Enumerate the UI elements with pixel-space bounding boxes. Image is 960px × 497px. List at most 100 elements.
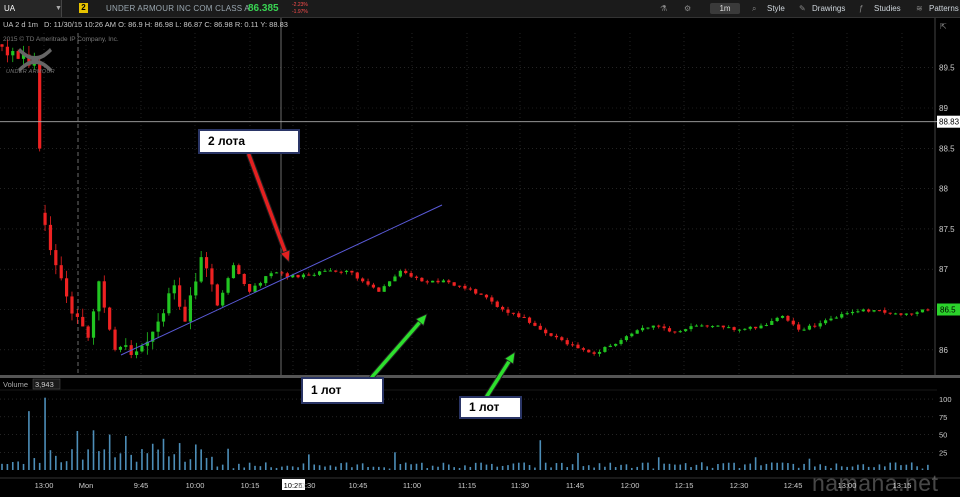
candle — [409, 270, 413, 278]
volume-bar — [313, 464, 316, 470]
candle — [527, 316, 532, 325]
volume-bar — [227, 448, 229, 470]
chevron-down-icon[interactable]: ▼ — [55, 0, 62, 17]
change-value: -1.97% — [292, 9, 308, 15]
candle — [630, 332, 634, 338]
candle — [124, 338, 128, 350]
candle — [597, 349, 602, 357]
candle-body — [861, 309, 865, 312]
volume-bar — [437, 466, 439, 470]
volume-bar — [765, 463, 768, 470]
candle-body — [786, 315, 790, 321]
candle-body — [700, 325, 704, 327]
candle-body — [840, 314, 844, 318]
volume-bar — [684, 463, 687, 470]
candle-body — [743, 328, 747, 330]
candle — [840, 311, 844, 319]
studies-menu[interactable]: Studies — [874, 0, 901, 17]
volume-bar — [264, 462, 267, 470]
candle — [780, 315, 785, 319]
candle-body — [91, 311, 96, 338]
candle-body — [727, 327, 731, 329]
volume-bar — [404, 462, 407, 470]
copyright-text: 2015 © TD Ameritrade IP Company, Inc. — [3, 36, 119, 43]
candle-body — [178, 285, 182, 307]
candle-body — [522, 317, 526, 319]
candle — [710, 325, 715, 329]
x-tick-label: 12:45 — [784, 481, 803, 490]
candle-body — [70, 296, 74, 314]
candle-body — [883, 310, 887, 313]
volume-bar — [119, 453, 122, 470]
link-badge[interactable]: 2 — [79, 3, 88, 13]
style-menu[interactable]: Style — [767, 0, 785, 17]
candle-body — [258, 283, 262, 286]
candle-body — [802, 329, 806, 331]
flask-icon[interactable]: ⚗ — [660, 0, 667, 17]
candle — [436, 278, 440, 284]
volume-bar — [539, 440, 542, 470]
candle — [258, 281, 262, 288]
volume-bar — [324, 466, 326, 470]
candle-body — [592, 352, 596, 354]
candle-body — [317, 271, 322, 275]
candle-body — [463, 285, 467, 289]
candle-body — [888, 312, 892, 314]
expand-icon[interactable]: ⇱ — [940, 22, 950, 32]
candle-body — [307, 274, 311, 276]
volume-bar — [512, 463, 515, 470]
volume-bar — [415, 463, 418, 470]
candle-body — [770, 321, 774, 325]
candle — [576, 342, 580, 349]
candle — [129, 340, 133, 359]
candle — [727, 325, 731, 329]
candle-body — [732, 327, 736, 330]
candle — [387, 281, 392, 287]
candle — [484, 294, 489, 300]
candle — [237, 263, 241, 275]
candle-body — [264, 276, 268, 284]
drawings-menu[interactable]: Drawings — [812, 0, 845, 17]
studies-icon[interactable]: ƒ — [859, 0, 863, 17]
symbol-input[interactable]: UA ▼ — [0, 0, 62, 17]
candle-body — [188, 295, 193, 322]
volume-bar — [480, 462, 482, 470]
volume-tick-label: 50 — [939, 431, 947, 440]
candle-body — [867, 309, 871, 312]
search-icon[interactable]: ⌕ — [752, 0, 756, 17]
volume-bar — [383, 467, 385, 470]
percent-change: -2.23% — [292, 2, 308, 8]
instrument-description: UNDER ARMOUR INC COM CLASS A — [106, 4, 250, 13]
candle-body — [608, 345, 612, 348]
x-tick-label: Mon — [79, 481, 94, 490]
candle-body — [614, 343, 618, 346]
volume-bar — [351, 467, 353, 470]
candle-body — [124, 345, 128, 347]
volume-bar — [146, 453, 149, 470]
x-tick-label: 13:00 — [35, 481, 54, 490]
gear-icon[interactable]: ⚙ — [684, 0, 691, 17]
volume-bar — [114, 457, 116, 470]
candle — [248, 283, 252, 294]
candle-body — [280, 272, 284, 274]
candle-body — [517, 313, 521, 318]
candle — [748, 325, 752, 331]
volume-bar — [636, 466, 638, 470]
candle-body — [527, 317, 532, 323]
candle — [899, 313, 903, 317]
candle — [81, 308, 85, 327]
candle — [414, 275, 419, 281]
candle-body — [59, 265, 63, 279]
timeframe-button[interactable]: 1m — [710, 3, 740, 14]
candle-body — [560, 337, 564, 341]
candle-body — [172, 285, 176, 294]
candle — [651, 325, 655, 330]
candle-body — [630, 333, 634, 337]
x-tick-label: 10:15 — [241, 481, 260, 490]
patterns-icon[interactable]: ≋ — [916, 0, 923, 17]
pencil-icon[interactable]: ✎ — [799, 0, 806, 17]
patterns-menu[interactable]: Patterns — [929, 0, 959, 17]
last-price: 86.385 — [248, 3, 279, 14]
candle — [269, 271, 273, 279]
candle — [732, 326, 736, 332]
